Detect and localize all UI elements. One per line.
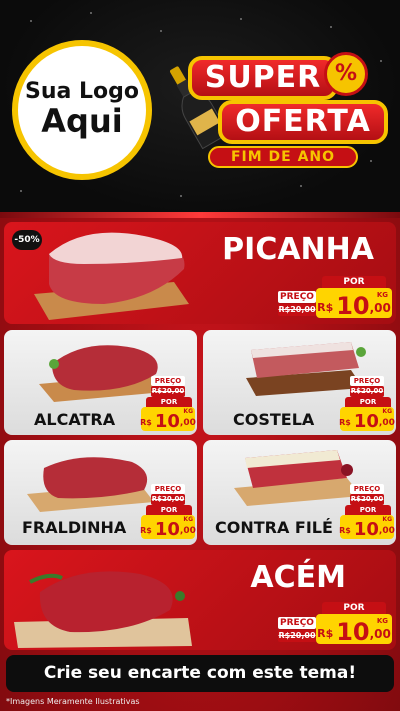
- currency: R$: [317, 301, 334, 314]
- logo-placeholder[interactable]: Sua Logo Aqui: [12, 40, 152, 180]
- por-label: POR: [345, 505, 391, 515]
- preco-label: PREÇO: [350, 484, 384, 494]
- old-price: R$20,00: [350, 386, 384, 397]
- super-oferta-title: SUPER % OFERTA FIM DE ANO: [178, 50, 388, 170]
- preco-label: PREÇO: [278, 617, 316, 629]
- subtitle-fim-de-ano: FIM DE ANO: [208, 146, 358, 168]
- product-card-costela[interactable]: COSTELA PREÇO R$20,00 POR R$ 10 ,00 KG: [203, 330, 396, 435]
- product-card-fraldinha[interactable]: FRALDINHA PREÇO R$20,00 POR R$ 10 ,00 KG: [4, 440, 197, 545]
- currency: R$: [339, 526, 351, 535]
- product-card-alcatra[interactable]: ALCATRA PREÇO R$20,00 POR R$ 10 ,00 KG: [4, 330, 197, 435]
- price-cents: ,00: [378, 526, 395, 536]
- por-label: POR: [345, 397, 391, 407]
- price-integer: 10: [154, 411, 180, 432]
- price-cents: ,00: [369, 301, 391, 315]
- flyer-canvas: Sua Logo Aqui SUPER % OFERTA FIM DE ANO …: [0, 0, 400, 711]
- price-integer: 10: [336, 618, 370, 646]
- unit-label: KG: [382, 516, 392, 523]
- por-label: POR: [322, 276, 386, 288]
- price-cents: ,00: [179, 418, 196, 428]
- por-label: POR: [146, 397, 192, 407]
- preco-label: PREÇO: [151, 484, 185, 494]
- old-price: R$20,00: [151, 494, 185, 505]
- product-card-contra-file[interactable]: CONTRA FILÉ PREÇO R$20,00 POR R$ 10 ,00 …: [203, 440, 396, 545]
- old-price: R$20,00: [278, 304, 316, 316]
- cta-banner[interactable]: Crie seu encarte com este tema!: [6, 655, 394, 692]
- price-box: R$ 10 ,00 KG: [339, 407, 395, 432]
- currency: R$: [140, 526, 152, 535]
- old-price: R$20,00: [151, 386, 185, 397]
- currency: R$: [317, 627, 334, 640]
- product-card-acem[interactable]: ACÉM PREÇO R$20,00 POR R$ 10 ,00 KG: [4, 550, 396, 650]
- price-box: R$ 10 ,00 KG: [339, 515, 395, 540]
- price-cents: ,00: [179, 526, 196, 536]
- picanha-meat-image: [34, 232, 189, 320]
- price-box: R$ 10 ,00 KG: [316, 614, 392, 644]
- unit-label: KG: [183, 516, 193, 523]
- preco-label: PREÇO: [350, 376, 384, 386]
- unit-label: KG: [382, 408, 392, 415]
- product-name: PICANHA: [222, 232, 374, 267]
- fraldinha-meat-image: [27, 457, 154, 512]
- price-integer: 10: [353, 519, 379, 540]
- contra-file-meat-image: [234, 450, 361, 506]
- percent-icon: %: [324, 52, 368, 96]
- product-card-picanha[interactable]: -50% PICANHA PREÇO R$20,00 POR R$ 10 ,00…: [4, 222, 396, 324]
- header-banner: Sua Logo Aqui SUPER % OFERTA FIM DE ANO: [0, 0, 400, 215]
- currency: R$: [339, 418, 351, 427]
- product-name: CONTRA FILÉ: [215, 518, 333, 537]
- unit-label: KG: [183, 408, 193, 415]
- old-price: R$20,00: [278, 630, 316, 642]
- product-name: ACÉM: [250, 560, 346, 595]
- por-label: POR: [146, 505, 192, 515]
- acem-meat-image: [14, 571, 192, 648]
- product-name: COSTELA: [233, 410, 315, 429]
- logo-text-line1: Sua Logo: [24, 78, 139, 104]
- product-name: FRALDINHA: [22, 518, 127, 537]
- por-label: POR: [322, 602, 386, 614]
- unit-label: KG: [376, 617, 388, 625]
- currency: R$: [140, 418, 152, 427]
- unit-label: KG: [376, 291, 388, 299]
- price-integer: 10: [154, 519, 180, 540]
- price-cents: ,00: [369, 627, 391, 641]
- price-box: R$ 10 ,00 KG: [140, 407, 196, 432]
- preco-label: PREÇO: [278, 291, 316, 303]
- preco-label: PREÇO: [151, 376, 185, 386]
- title-super: SUPER: [188, 56, 338, 100]
- old-price: R$20,00: [350, 494, 384, 505]
- product-name: ALCATRA: [34, 410, 116, 429]
- price-box: R$ 10 ,00 KG: [140, 515, 196, 540]
- footnote-text: *Imagens Meramente Ilustrativas: [6, 697, 140, 706]
- price-integer: 10: [353, 411, 379, 432]
- discount-badge: -50%: [12, 230, 42, 250]
- price-cents: ,00: [378, 418, 395, 428]
- logo-text-line2: Aqui: [41, 101, 123, 140]
- price-integer: 10: [336, 292, 370, 320]
- title-oferta: OFERTA: [218, 100, 388, 144]
- price-box: R$ 10 ,00 KG: [316, 288, 392, 318]
- header-divider: [0, 212, 400, 218]
